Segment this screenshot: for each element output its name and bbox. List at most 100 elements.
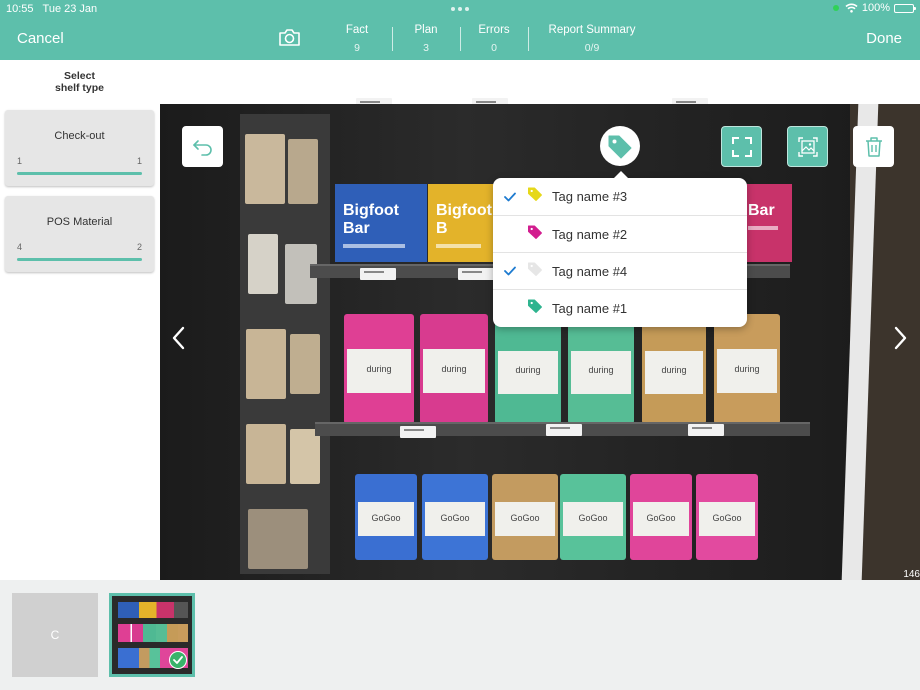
stat-report-summary[interactable]: Report Summary 0/9 [540,24,644,54]
camera-icon[interactable] [278,28,301,52]
product-pouch: GoGoo [560,474,626,560]
product-pouch: during [568,316,634,424]
tag-color-icon [527,186,552,207]
shelf-card-pos-material[interactable]: POS Material 4 2 [5,196,154,272]
mic-indicator-icon [832,5,839,11]
pouch-label: GoGoo [510,512,540,523]
side-shelf [240,114,330,574]
trash-icon [865,136,882,157]
product-box [248,509,308,569]
product-box [246,329,286,399]
product-box [248,234,278,294]
checkmark-icon [504,192,516,201]
product-box [288,139,318,204]
title-line: Select [64,70,95,82]
progress-bar [17,172,142,175]
card-count-left: 1 [17,156,23,166]
product-pouch: during [714,314,780,424]
thumbnail-placeholder[interactable]: C [12,593,98,677]
product-bar: Bigfoot B [428,184,498,262]
divider [528,27,529,51]
product-bar: Bar [740,184,792,262]
status-indicators: 100% [832,2,916,14]
previous-photo-button[interactable] [172,326,186,355]
price-tag [400,426,436,438]
brand-text: Bigfoot Bar [343,202,399,237]
stat-value: 9 [354,42,360,54]
thumbnail-row [118,602,188,618]
pouch-label: during [441,363,467,374]
checkmark-slot [493,192,527,202]
tag-color-icon [527,261,552,282]
divider [460,27,461,51]
thumbnail-placeholder-label: C [50,628,60,642]
progress-bar [17,258,142,261]
tag-color-icon [527,298,552,319]
pouch-label: during [734,363,760,374]
stat-plan: Plan 3 [408,24,444,54]
price-tag [688,424,724,436]
cancel-button[interactable]: Cancel [17,30,64,47]
tag-option-label: Tag name #3 [552,189,628,204]
card-count-left: 4 [17,242,23,252]
delete-button[interactable] [853,126,894,167]
stat-errors: Errors 0 [474,24,514,54]
tag-option-label: Tag name #1 [552,300,628,316]
progress-fill [17,172,142,175]
tag-option[interactable]: Tag name #1 [493,289,747,326]
undo-button[interactable] [182,126,223,167]
pouch-label: GoGoo [712,512,742,523]
status-time: 10:55 Tue 23 Jan [6,3,97,15]
tag-option[interactable]: Tag name #2 [493,215,747,252]
checkmark-slot [493,266,527,276]
product-pouch: GoGoo [630,474,692,560]
checkmark-icon [504,266,516,276]
fullscreen-button[interactable] [721,126,762,167]
crop-image-button[interactable] [787,126,828,167]
brand-text: Bar [748,202,775,219]
pouch-label: during [588,364,614,375]
shelf-photo[interactable]: Bigfoot Bar Bigfoot B Bar during during … [160,104,920,580]
tag-dropdown: Tag name #3 Tag name #2 Tag name #4 Tag … [493,171,747,327]
chevron-right-icon [894,326,907,350]
tag-option[interactable]: Tag name #4 [493,252,747,289]
date-text: Tue 23 Jan [42,3,98,15]
product-pouch: during [642,316,706,424]
pouch-label: during [515,364,541,375]
tag-option[interactable]: Tag name #3 [493,178,747,215]
card-label: Check-out [54,130,105,142]
divider [392,27,393,51]
stat-label: Errors [478,24,510,36]
selected-check-icon [169,651,187,669]
multitask-dots-icon[interactable] [451,7,469,11]
done-button[interactable]: Done [866,30,902,47]
tag-color-icon [527,224,552,245]
price-tag [546,424,582,436]
thumbnail-selected[interactable] [109,593,195,677]
crop-image-icon [797,136,818,157]
stat-value: 3 [423,42,429,54]
stat-value: 0/9 [584,42,600,54]
stat-label: Report Summary [548,24,636,36]
product-pouch: during [420,314,488,424]
tag-icon [608,135,632,159]
pouch-label: GoGoo [371,512,401,523]
product-box [246,424,286,484]
thumbnail-row [118,624,188,642]
stat-value: 0 [491,42,497,54]
tag-button[interactable] [600,126,640,166]
price-tag [360,268,396,280]
shelf-card-check-out[interactable]: Check-out 1 1 [5,110,154,186]
zoom-level: 146 [903,569,920,580]
product-pouch: during [495,316,561,424]
price-tag [458,268,494,280]
shelf-type-title: Select shelf type [0,70,159,94]
thumbnail-strip: C [0,580,920,690]
fullscreen-icon [731,136,752,157]
tag-icon [528,299,542,313]
undo-icon [192,139,212,156]
product-pouch: during [344,314,414,424]
next-photo-button[interactable] [893,326,907,355]
progress-fill [17,258,142,261]
tag-option-label: Tag name #2 [552,226,628,242]
